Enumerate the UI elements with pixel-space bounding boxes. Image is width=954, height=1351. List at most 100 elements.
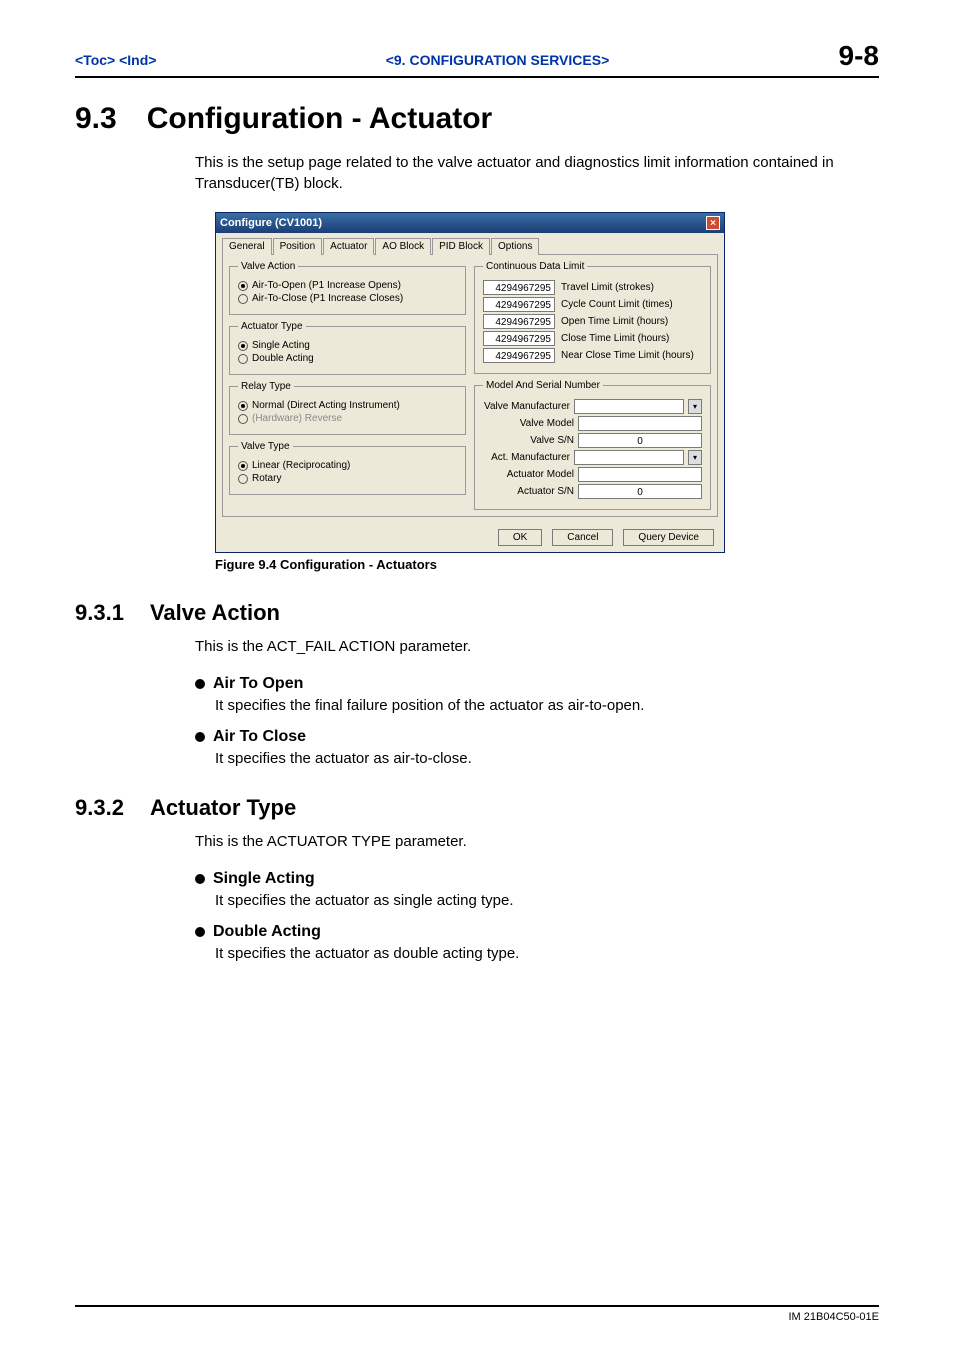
tab-aoblock[interactable]: AO Block <box>375 238 431 255</box>
cycle-count-label: Cycle Count Limit (times) <box>561 299 673 310</box>
valve-action-group: Valve Action Air-To-Open (P1 Increase Op… <box>229 261 466 315</box>
valve-sn-row: Valve S/N0 <box>483 433 702 448</box>
chevron-down-icon[interactable]: ▾ <box>688 399 702 414</box>
figure-caption: Figure 9.4 Configuration - Actuators <box>215 557 849 572</box>
valve-type-legend: Valve Type <box>238 441 293 452</box>
section-number: 9.3 <box>75 102 117 136</box>
valve-mfr-row: Valve Manufacturer ▾ <box>483 399 702 414</box>
relay-type-group: Relay Type Normal (Direct Acting Instrum… <box>229 381 466 435</box>
left-column: Valve Action Air-To-Open (P1 Increase Op… <box>229 261 466 510</box>
act-model-label: Actuator Model <box>507 469 574 480</box>
chevron-down-icon[interactable]: ▾ <box>688 450 702 465</box>
actuator-type-group: Actuator Type Single Acting Double Actin… <box>229 321 466 375</box>
valve-model-label: Valve Model <box>520 418 574 429</box>
radio-icon <box>238 401 248 411</box>
radio-icon <box>238 414 248 424</box>
travel-limit-row: 4294967295Travel Limit (strokes) <box>483 280 702 295</box>
ind-link[interactable]: <Ind> <box>119 52 156 68</box>
radio-double-acting[interactable]: Double Acting <box>238 353 457 364</box>
valve-action-legend: Valve Action <box>238 261 298 272</box>
near-close-time-input[interactable]: 4294967295 <box>483 348 555 363</box>
radio-relay-normal[interactable]: Normal (Direct Acting Instrument) <box>238 400 457 411</box>
header-left: <Toc> <Ind> <box>75 52 156 68</box>
subsection-number: 9.3.2 <box>75 795 124 821</box>
dialog-buttons: OK Cancel Query Device <box>216 523 724 552</box>
bullet-single-acting-text: It specifies the actuator as single acti… <box>215 892 879 909</box>
relay-type-legend: Relay Type <box>238 381 294 392</box>
cycle-count-row: 4294967295 Cycle Count Limit (times) <box>483 297 702 312</box>
act-sn-label: Actuator S/N <box>517 486 574 497</box>
valve-model-row: Valve Model <box>483 416 702 431</box>
bullet-single-acting: Single Acting <box>195 870 879 888</box>
subsection-932-intro: This is the ACTUATOR TYPE parameter. <box>195 831 879 852</box>
configure-dialog: Configure (CV1001) × General Position Ac… <box>215 212 725 553</box>
query-device-button[interactable]: Query Device <box>623 529 714 546</box>
tab-body: Valve Action Air-To-Open (P1 Increase Op… <box>222 254 718 517</box>
bullet-air-to-close-text: It specifies the actuator as air-to-clos… <box>215 750 879 767</box>
tab-options[interactable]: Options <box>491 238 539 255</box>
radio-icon <box>238 281 248 291</box>
act-model-row: Actuator Model <box>483 467 702 482</box>
act-sn-input[interactable]: 0 <box>578 484 702 499</box>
act-model-input[interactable] <box>578 467 702 482</box>
actuator-type-legend: Actuator Type <box>238 321 306 332</box>
cancel-button[interactable]: Cancel <box>552 529 613 546</box>
doc-id: IM 21B04C50-01E <box>789 1311 880 1323</box>
figure-container: Configure (CV1001) × General Position Ac… <box>215 212 849 572</box>
subsection-931-intro: This is the ACT_FAIL ACTION parameter. <box>195 636 879 657</box>
radio-label: Double Acting <box>252 353 314 364</box>
section-heading: 9.3 Configuration - Actuator <box>75 102 879 136</box>
dialog-tabs: General Position Actuator AO Block PID B… <box>216 233 724 254</box>
section-title-text: Configuration - Actuator <box>147 102 493 136</box>
near-close-time-row: 4294967295Near Close Time Limit (hours) <box>483 348 702 363</box>
radio-linear[interactable]: Linear (Reciprocating) <box>238 460 457 471</box>
act-mfr-label: Act. Manufacturer <box>491 452 570 463</box>
valve-mfr-label: Valve Manufacturer <box>484 401 570 412</box>
valve-model-input[interactable] <box>578 416 702 431</box>
subsection-number: 9.3.1 <box>75 600 124 626</box>
act-sn-row: Actuator S/N 0 <box>483 484 702 499</box>
close-time-row: 4294967295Close Time Limit (hours) <box>483 331 702 346</box>
dialog-titlebar: Configure (CV1001) × <box>216 213 724 233</box>
open-time-input[interactable]: 4294967295 <box>483 314 555 329</box>
radio-label: Air-To-Close (P1 Increase Closes) <box>252 293 403 304</box>
bullet-double-acting: Double Acting <box>195 923 879 941</box>
ok-button[interactable]: OK <box>498 529 542 546</box>
radio-air-to-close[interactable]: Air-To-Close (P1 Increase Closes) <box>238 293 457 304</box>
radio-rotary[interactable]: Rotary <box>238 473 457 484</box>
model-serial-group: Model And Serial Number Valve Manufactur… <box>474 380 711 510</box>
subsection-title: Valve Action <box>150 600 280 626</box>
bullet-double-acting-text: It specifies the actuator as double acti… <box>215 945 879 962</box>
continuous-data-limit-group: Continuous Data Limit 4294967295Travel L… <box>474 261 711 374</box>
model-serial-legend: Model And Serial Number <box>483 380 603 391</box>
close-icon[interactable]: × <box>706 216 720 230</box>
radio-single-acting[interactable]: Single Acting <box>238 340 457 351</box>
valve-type-group: Valve Type Linear (Reciprocating) Rotary <box>229 441 466 495</box>
tab-position[interactable]: Position <box>273 238 323 255</box>
bullet-title: Single Acting <box>213 870 315 888</box>
radio-icon <box>238 354 248 364</box>
tab-general[interactable]: General <box>222 238 272 255</box>
cont-limit-legend: Continuous Data Limit <box>483 261 587 272</box>
radio-label: (Hardware) Reverse <box>252 413 342 424</box>
bullet-title: Air To Open <box>213 675 303 693</box>
act-mfr-input[interactable] <box>574 450 684 465</box>
valve-sn-input[interactable]: 0 <box>578 433 702 448</box>
toc-link[interactable]: <Toc> <box>75 52 115 68</box>
travel-limit-input[interactable]: 4294967295 <box>483 280 555 295</box>
subsection-title: Actuator Type <box>150 795 296 821</box>
tab-actuator[interactable]: Actuator <box>323 238 374 255</box>
open-time-label: Open Time Limit (hours) <box>561 316 668 327</box>
close-time-input[interactable]: 4294967295 <box>483 331 555 346</box>
bullet-title: Double Acting <box>213 923 321 941</box>
radio-air-to-open[interactable]: Air-To-Open (P1 Increase Opens) <box>238 280 457 291</box>
radio-label: Air-To-Open (P1 Increase Opens) <box>252 280 401 291</box>
tab-pidblock[interactable]: PID Block <box>432 238 490 255</box>
cycle-count-input[interactable]: 4294967295 <box>483 297 555 312</box>
radio-icon <box>238 474 248 484</box>
valve-mfr-input[interactable] <box>574 399 684 414</box>
page-footer: IM 21B04C50-01E <box>75 1305 879 1323</box>
dialog-title: Configure (CV1001) <box>220 217 322 229</box>
bullet-air-to-close: Air To Close <box>195 728 879 746</box>
act-mfr-row: Act. Manufacturer ▾ <box>483 450 702 465</box>
